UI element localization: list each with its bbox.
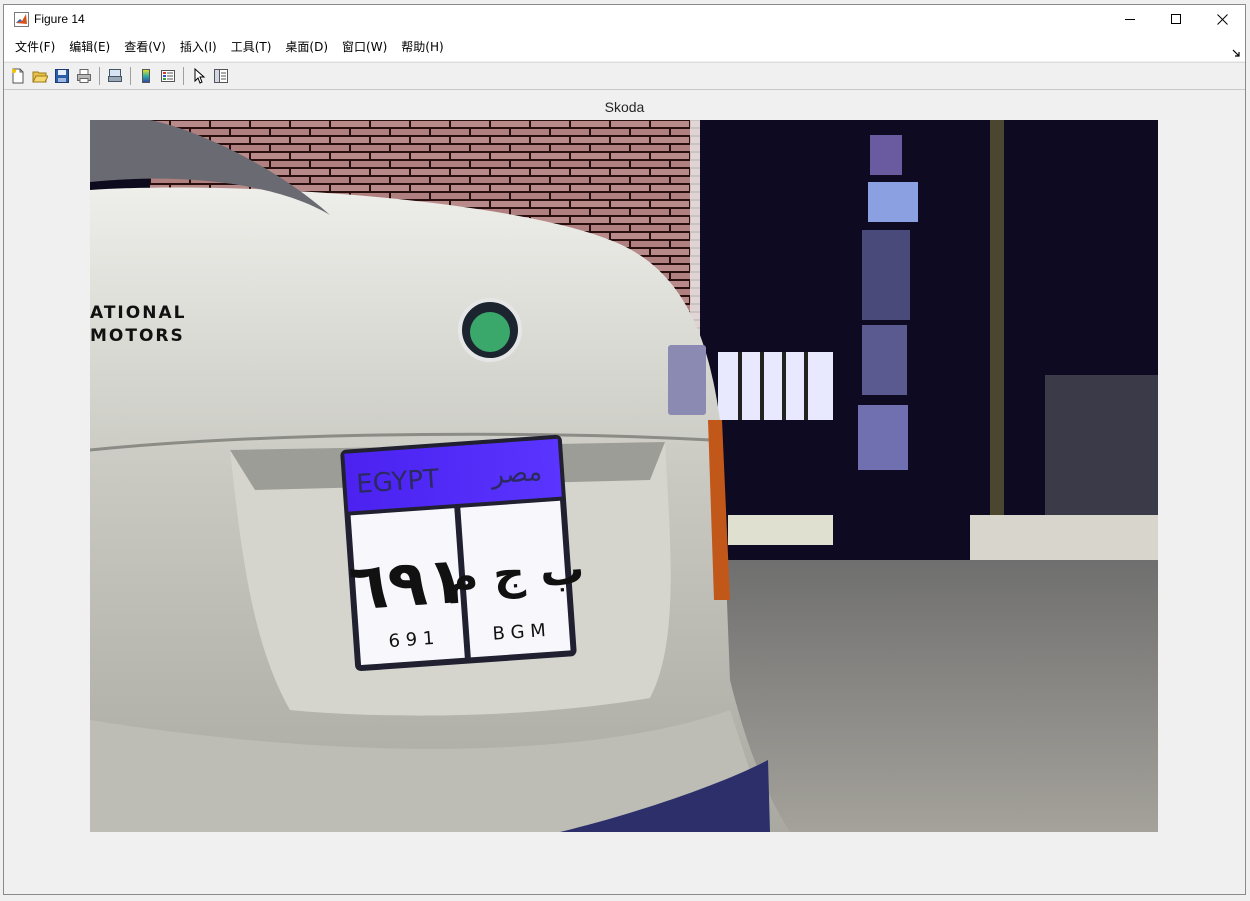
car-photo: ATIONAL MOTORS EGYPT مصر ٦٩١ ب ج م 6 9 1… [90,120,1158,832]
open-file-icon [32,71,48,83]
save-button[interactable] [51,65,73,87]
license-plate: EGYPT مصر ٦٩١ ب ج م 6 9 1 B G M [340,434,586,672]
menu-help[interactable]: 帮助(H) [394,37,450,58]
insert-legend-button[interactable] [157,65,179,87]
figure-toolbar [4,62,1245,90]
menu-tools[interactable]: 工具(T) [224,37,279,58]
maximize-button[interactable] [1153,5,1199,34]
car-brand-text-2: MOTORS [90,326,185,346]
car-brand-text-1: ATIONAL [90,303,186,323]
menu-bar: 文件(F) 编辑(E) 查看(V) 插入(I) 工具(T) 桌面(D) 窗口(W… [4,34,1245,61]
menu-window[interactable]: 窗口(W) [335,37,394,58]
plate-country-arabic: مصر [488,457,543,491]
title-bar[interactable]: Figure 14 [4,5,1245,34]
toolbar-separator [183,67,184,85]
print-preview-icon [108,69,122,82]
colorbar-icon [142,69,150,83]
legend-icon [161,70,175,82]
matlab-logo-icon [14,12,29,27]
menu-file[interactable]: 文件(F) [8,37,62,58]
plate-number-latin: 6 9 1 [388,628,435,652]
window-title: Figure 14 [34,12,85,26]
property-inspector-icon [214,69,228,83]
menu-desktop[interactable]: 桌面(D) [278,37,335,58]
print-button[interactable] [73,65,95,87]
minimize-icon [1124,19,1135,20]
close-icon [1216,14,1228,25]
plate-country-text: EGYPT [355,464,440,500]
toolbar-separator [99,67,100,85]
new-figure-icon [12,68,24,84]
plate-letters-latin: B G M [492,620,547,645]
save-icon [55,69,69,83]
edit-plot-button[interactable] [188,65,210,87]
figure-window: Figure 14 文件(F) 编辑(E) 查看(V) 插入(I) 工具(T) … [3,4,1246,895]
print-icon [77,69,91,83]
menu-insert[interactable]: 插入(I) [173,37,224,58]
maximize-icon [1170,14,1181,24]
menu-view[interactable]: 查看(V) [117,37,173,58]
insert-colorbar-button[interactable] [135,65,157,87]
image-axes[interactable]: ATIONAL MOTORS EGYPT مصر ٦٩١ ب ج م 6 9 1… [90,120,1158,832]
property-inspector-button[interactable] [210,65,232,87]
toolbar-separator [130,67,131,85]
axes-title: Skoda [604,99,645,115]
minimize-button[interactable] [1107,5,1153,34]
edit-plot-pointer-icon [194,68,206,84]
plate-letters-arabic: ب ج م [444,543,586,604]
open-file-button[interactable] [29,65,51,87]
close-button[interactable] [1199,5,1245,34]
new-figure-button[interactable] [7,65,29,87]
dock-arrow-icon[interactable] [1232,43,1241,57]
print-preview-button[interactable] [104,65,126,87]
menu-edit[interactable]: 编辑(E) [62,37,117,58]
